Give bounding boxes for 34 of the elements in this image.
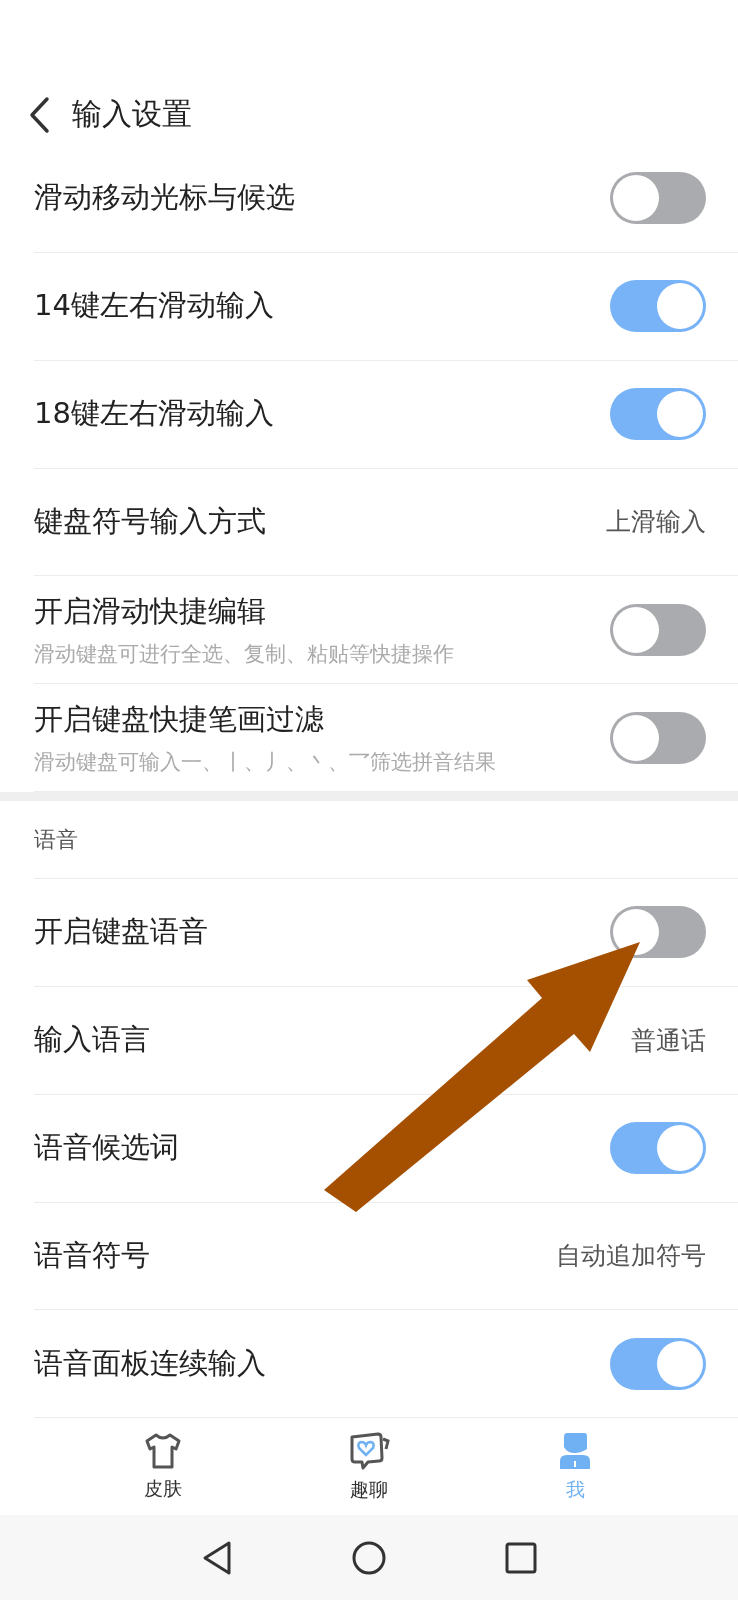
setting-value[interactable]: 普通话 xyxy=(631,1023,706,1057)
toggle-switch[interactable] xyxy=(610,603,706,656)
setting-title: 开启键盘快捷笔画过滤 xyxy=(34,700,325,738)
setting-title: 开启滑动快捷编辑 xyxy=(34,592,267,630)
nav-tab[interactable]: 趣聊 xyxy=(324,1430,414,1503)
page-title: 输入设置 xyxy=(72,95,192,134)
setting-value[interactable]: 上滑输入 xyxy=(606,505,706,539)
toggle-switch[interactable] xyxy=(610,172,706,225)
toggle-switch[interactable] xyxy=(610,280,706,333)
setting-description: 滑动键盘可输入一、丨、丿、丶、乛筛选拼音结果 xyxy=(34,748,496,776)
setting-title: 语音候选词 xyxy=(34,1129,179,1167)
setting-title: 输入语言 xyxy=(34,1021,150,1059)
setting-title: 开启键盘语音 xyxy=(34,913,208,951)
shirt-icon xyxy=(143,1431,183,1470)
setting-title: 语音符号 xyxy=(34,1236,150,1274)
toggle-switch[interactable] xyxy=(610,1337,706,1390)
setting-title: 14键左右滑动输入 xyxy=(34,287,274,325)
toggle-switch[interactable] xyxy=(610,906,706,959)
back-icon[interactable] xyxy=(28,95,50,134)
setting-title: 滑动移动光标与候选 xyxy=(34,179,295,217)
nav-tab[interactable]: 皮肤 xyxy=(118,1431,208,1502)
section-label: 语音 xyxy=(34,825,78,854)
setting-title: 键盘符号输入方式 xyxy=(34,502,266,540)
setting-value[interactable]: 自动追加符号 xyxy=(556,1239,706,1273)
toggle-switch[interactable] xyxy=(610,388,706,441)
home-icon[interactable] xyxy=(351,1539,387,1576)
setting-title: 18键左右滑动输入 xyxy=(34,395,274,433)
setting-title: 语音面板连续输入 xyxy=(34,1344,266,1382)
setting-description: 滑动键盘可进行全选、复制、粘贴等快捷操作 xyxy=(34,640,454,668)
toggle-switch[interactable] xyxy=(610,711,706,764)
person-icon xyxy=(557,1430,593,1471)
toggle-switch[interactable] xyxy=(610,1122,706,1175)
back-icon[interactable] xyxy=(201,1539,233,1576)
recents-icon[interactable] xyxy=(505,1541,537,1574)
